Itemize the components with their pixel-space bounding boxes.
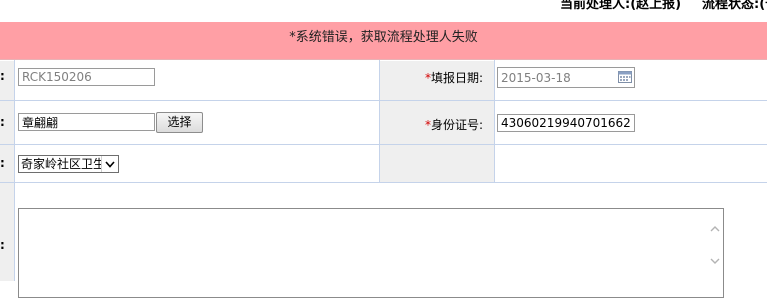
row-divider bbox=[0, 144, 767, 145]
remarks-textarea[interactable] bbox=[18, 208, 724, 298]
row-label-colon: : bbox=[0, 238, 5, 252]
select-button[interactable]: 选择 bbox=[156, 112, 203, 133]
chevron-down-icon[interactable] bbox=[709, 256, 721, 266]
calendar-icon[interactable] bbox=[618, 71, 632, 83]
row-label-colon: : bbox=[0, 115, 5, 129]
applicant-name-input[interactable] bbox=[18, 113, 155, 131]
fill-date-label-text: 填报日期: bbox=[431, 71, 484, 85]
error-message: *系统错误，获取流程处理人失败 bbox=[289, 30, 478, 45]
community-select-value: 奇家岭社区卫生 bbox=[21, 157, 106, 171]
chevron-down-icon bbox=[101, 156, 118, 172]
row-label-colon: : bbox=[0, 69, 5, 83]
process-status-label: 流程状态:(普 bbox=[702, 0, 767, 12]
row-divider bbox=[0, 182, 767, 183]
column-divider bbox=[379, 60, 380, 182]
id-number-label-text: 身份证号: bbox=[431, 118, 484, 132]
row-label-colon: : bbox=[0, 156, 5, 170]
record-number-input[interactable] bbox=[18, 68, 155, 86]
header-bar: 当前处理人:(赵上报) 流程状态:(普 bbox=[0, 0, 767, 22]
banner-divider bbox=[0, 59, 767, 60]
fill-date-label: *填报日期: bbox=[425, 69, 483, 86]
error-banner: *系统错误，获取流程处理人失败 bbox=[0, 22, 767, 60]
row-divider bbox=[0, 100, 767, 101]
fill-date-input[interactable] bbox=[497, 67, 635, 88]
community-select[interactable]: 奇家岭社区卫生 bbox=[18, 155, 119, 173]
chevron-up-icon[interactable] bbox=[709, 224, 721, 234]
id-number-input[interactable] bbox=[497, 114, 635, 132]
current-handler-label: 当前处理人:(赵上报) bbox=[560, 0, 682, 12]
id-number-label: *身份证号: bbox=[425, 116, 483, 133]
column-divider bbox=[494, 60, 495, 182]
column-divider bbox=[14, 60, 15, 281]
